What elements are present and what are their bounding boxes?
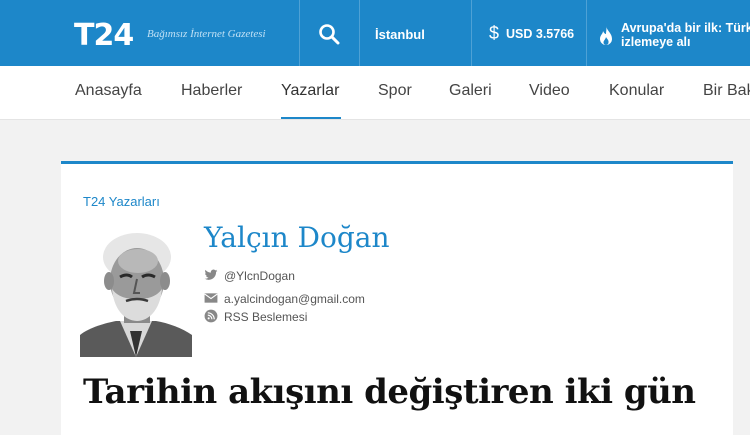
trending-headline-line2: izlemeye alı [621, 35, 691, 49]
trending-headline-line1: Avrupa'da bir ilk: Türkiye [621, 21, 750, 35]
divider [586, 0, 587, 66]
trending-headline: Avrupa'da bir ilk: Türkiye izlemeye alı [621, 21, 750, 49]
nav-item-anasayfa[interactable]: Anasayfa [75, 82, 142, 100]
rss-label: RSS Beslemesi [224, 310, 308, 324]
nav-item-galeri[interactable]: Galeri [449, 82, 492, 100]
dollar-icon: $ [489, 23, 500, 43]
nav-item-haberler[interactable]: Haberler [181, 82, 242, 100]
search-button[interactable] [299, 0, 359, 66]
city-weather[interactable]: İstanbul [375, 27, 425, 42]
twitter-icon [204, 269, 218, 280]
nav-item-bir-bak[interactable]: Bir Bak [703, 82, 750, 100]
nav-item-konular[interactable]: Konular [609, 82, 664, 100]
top-bar: T24 Bağımsız İnternet Gazetesi İstanbul … [0, 0, 750, 66]
site-logo[interactable]: T24 [74, 18, 134, 53]
email-address: a.yalcindogan@gmail.com [224, 292, 365, 306]
search-icon [319, 24, 340, 45]
mail-icon [204, 293, 218, 303]
author-photo[interactable] [80, 231, 192, 357]
nav-item-spor[interactable]: Spor [378, 82, 412, 100]
active-tab-indicator [281, 117, 341, 119]
divider [471, 0, 472, 66]
divider [359, 0, 360, 66]
rss-icon [204, 309, 218, 323]
currency-rate: USD 3.5766 [506, 27, 575, 41]
nav-item-yazarlar[interactable]: Yazarlar [281, 82, 339, 100]
site-tagline: Bağımsız İnternet Gazetesi [147, 28, 266, 40]
author-card: T24 Yazarları Yalçın Doğan @YlcnDogan a.… [61, 161, 733, 435]
twitter-handle: @YlcnDogan [224, 269, 295, 283]
main-nav: Anasayfa Haberler Yazarlar Spor Galeri V… [0, 66, 750, 120]
article-title: Tarihin akışını değiştiren iki gün [83, 372, 696, 412]
nav-item-video[interactable]: Video [529, 82, 570, 100]
author-name[interactable]: Yalçın Doğan [204, 221, 390, 254]
fire-icon [600, 26, 612, 45]
author-portrait [80, 231, 192, 357]
section-link[interactable]: T24 Yazarları [83, 194, 160, 209]
